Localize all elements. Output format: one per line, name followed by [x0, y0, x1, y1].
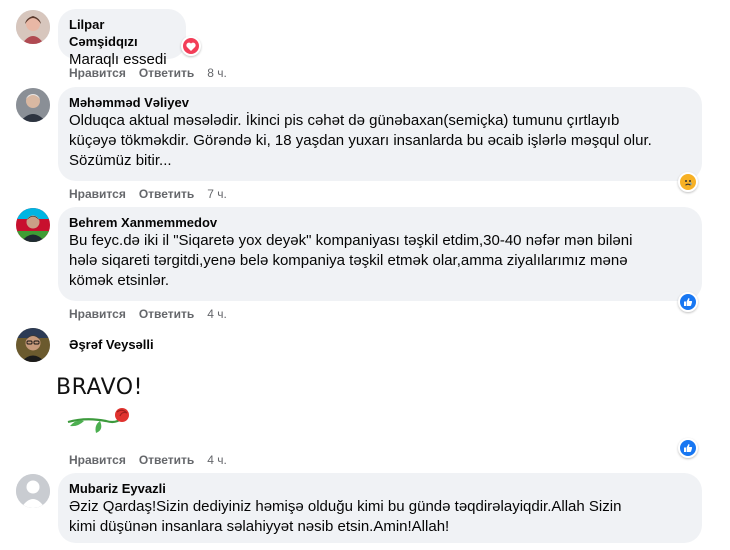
avatar-woman — [16, 10, 50, 44]
sad-icon[interactable] — [678, 172, 698, 192]
avatar[interactable] — [16, 328, 50, 362]
reply-link[interactable]: Ответить — [139, 452, 194, 468]
comment-bubble: Lilpar Cəmşidqızı Maraqlı essedi — [58, 9, 186, 68]
comment-author[interactable]: Mubariz Eyvazli — [69, 480, 690, 497]
comment-author[interactable]: Əşrəf Veysəlli — [69, 336, 154, 353]
comment-time[interactable]: 8 ч. — [207, 65, 227, 81]
comment-actions: Нравится Ответить 8 ч. — [69, 65, 240, 81]
avatar[interactable] — [16, 208, 50, 242]
comment-author[interactable]: Behrem Xanmemmedov — [69, 214, 690, 231]
comment-author[interactable]: Lilpar Cəmşidqızı — [69, 16, 174, 50]
comment-bubble: Məhəmməd Vəliyev Olduqca aktual məsələdi… — [58, 87, 702, 181]
comment-actions: Нравится Ответить 7 ч. — [69, 186, 240, 202]
like-link[interactable]: Нравится — [69, 452, 126, 468]
comment-text: Əziz Qardaş!Sizin dediyiniz həmişə olduğ… — [69, 498, 622, 535]
reply-link[interactable]: Ответить — [139, 65, 194, 81]
comment-text: Olduqca aktual məsələdir. İkinci pis cəh… — [69, 112, 652, 169]
avatar[interactable] — [16, 10, 50, 44]
comment-time[interactable]: 4 ч. — [207, 306, 227, 322]
comment-text: Bu feyc.də iki il "Siqaretə yox deyək" k… — [69, 232, 633, 289]
comment-actions: Нравится Ответить 4 ч. — [69, 306, 240, 322]
like-link[interactable]: Нравится — [69, 306, 126, 322]
bravo-sticker: BRAVO! — [56, 375, 146, 435]
comment-time[interactable]: 4 ч. — [207, 452, 227, 468]
avatar-default — [16, 474, 50, 508]
avatar-man-glasses — [16, 328, 50, 362]
comment-author[interactable]: Məhəmməd Vəliyev — [69, 94, 690, 111]
reply-link[interactable]: Ответить — [139, 186, 194, 202]
like-link[interactable]: Нравится — [69, 186, 126, 202]
comment-time[interactable]: 7 ч. — [207, 186, 227, 202]
like-icon[interactable] — [678, 438, 698, 458]
avatar[interactable] — [16, 474, 50, 508]
avatar-man-flag — [16, 208, 50, 242]
comment-actions: Нравится Ответить 4 ч. — [69, 452, 240, 468]
comment-bubble: Behrem Xanmemmedov Bu feyc.də iki il "Si… — [58, 207, 702, 301]
love-icon[interactable] — [181, 36, 201, 56]
comment-bubble: Mubariz Eyvazli Əziz Qardaş!Sizin dediyi… — [58, 473, 702, 543]
like-icon[interactable] — [678, 292, 698, 312]
comment-author-wrap: Əşrəf Veysəlli — [69, 336, 154, 353]
like-link[interactable]: Нравится — [69, 65, 126, 81]
avatar-man-gray — [16, 88, 50, 122]
reply-link[interactable]: Ответить — [139, 306, 194, 322]
rose-icon — [67, 408, 129, 433]
avatar[interactable] — [16, 88, 50, 122]
